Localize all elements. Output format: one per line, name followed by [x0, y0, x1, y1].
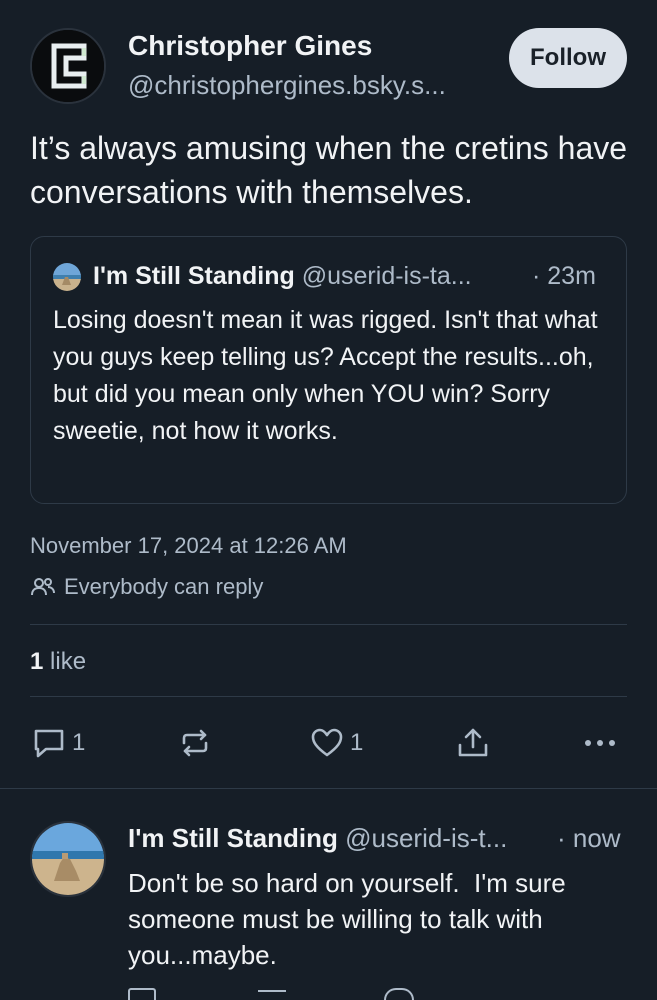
more-icon — [582, 727, 618, 759]
share-button[interactable] — [456, 727, 490, 759]
reply-count: 1 — [72, 729, 86, 756]
more-options-button[interactable] — [582, 727, 618, 759]
quote-author-name: I'm Still Standing — [93, 262, 295, 290]
quote-author-avatar — [53, 263, 81, 291]
likes-label: like — [50, 648, 87, 675]
reply-author-name[interactable]: I'm Still Standing — [128, 823, 338, 853]
quote-text: Losing doesn't mean it was rigged. Isn't… — [53, 306, 598, 445]
divider — [30, 696, 627, 697]
reply-time: · now — [557, 823, 621, 853]
quote-header: I'm Still Standing @userid-is-ta... — [93, 262, 472, 291]
repost-button[interactable] — [178, 727, 212, 759]
author-handle[interactable]: @christophergines.bsky.s... — [128, 70, 446, 101]
like-icon — [310, 727, 344, 759]
reply-header: I'm Still Standing @userid-is-t... — [128, 823, 507, 854]
repost-icon — [178, 727, 212, 759]
quote-time: · 23m — [532, 262, 596, 290]
divider — [30, 624, 627, 625]
likes-count: 1 — [30, 648, 44, 675]
likes-summary[interactable]: 1 like — [30, 648, 86, 676]
reply-author-avatar[interactable] — [30, 821, 106, 897]
post-timestamp: November 17, 2024 at 12:26 AM — [30, 533, 347, 558]
like-button[interactable]: 1 — [310, 727, 363, 759]
reply-author-handle[interactable]: @userid-is-t... — [345, 823, 507, 853]
follow-button[interactable]: Follow — [509, 28, 627, 88]
thread-divider — [0, 788, 657, 789]
avatar-logo-image — [32, 30, 104, 102]
quote-author-handle: @userid-is-ta... — [301, 262, 472, 290]
share-icon — [456, 727, 490, 759]
reply-permission: Everybody can reply — [30, 574, 263, 600]
author-avatar[interactable] — [30, 28, 106, 104]
reply-permission-label: Everybody can reply — [64, 574, 264, 599]
author-name[interactable]: Christopher Gines — [128, 30, 372, 62]
reply-icon — [32, 727, 66, 759]
like-count: 1 — [350, 729, 364, 756]
reply-button[interactable]: 1 — [32, 727, 85, 759]
reply-text: Don't be so hard on yourself. I'm sure s… — [128, 868, 573, 970]
reply-repost-icon[interactable] — [258, 990, 286, 1000]
post-text: It’s always amusing when the cretins hav… — [30, 130, 628, 210]
people-icon — [30, 575, 56, 599]
reply-like-icon[interactable] — [384, 988, 414, 1000]
reply-reply-icon[interactable] — [128, 988, 156, 1000]
